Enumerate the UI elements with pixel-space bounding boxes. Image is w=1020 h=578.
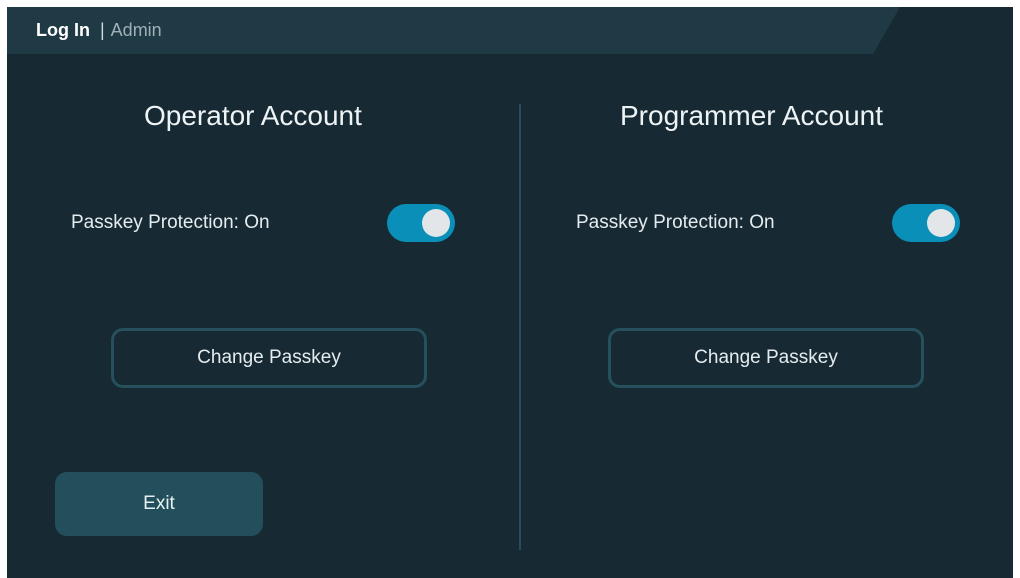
admin-screen: Log In | Admin Operator Account Passkey Pr… — [7, 7, 1013, 578]
toggle-knob — [927, 209, 955, 237]
programmer-passkey-toggle[interactable] — [892, 204, 960, 242]
operator-passkey-toggle[interactable] — [387, 204, 455, 242]
operator-account-panel: Operator Account Passkey Protection: On … — [7, 7, 519, 578]
operator-account-title: Operator Account — [144, 100, 362, 131]
operator-passkey-setting: Passkey Protection: On — [71, 204, 455, 242]
programmer-passkey-setting: Passkey Protection: On — [576, 204, 960, 242]
programmer-passkey-label: Passkey Protection: On — [576, 212, 775, 233]
toggle-knob — [422, 209, 450, 237]
operator-change-passkey-button[interactable]: Change Passkey — [111, 328, 427, 388]
programmer-account-title: Programmer Account — [620, 100, 883, 131]
exit-button[interactable]: Exit — [55, 472, 263, 536]
programmer-account-panel: Programmer Account Passkey Protection: O… — [521, 7, 1013, 578]
operator-passkey-label: Passkey Protection: On — [71, 212, 270, 233]
programmer-change-passkey-button[interactable]: Change Passkey — [608, 328, 924, 388]
